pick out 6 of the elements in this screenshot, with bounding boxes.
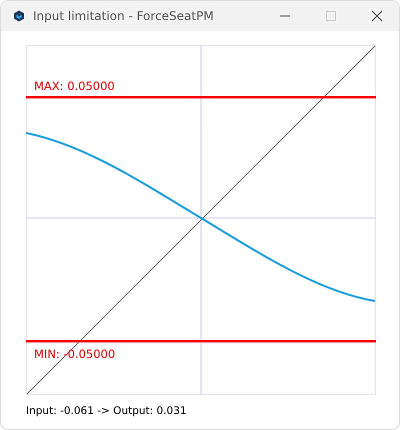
window-title: Input limitation - ForceSeatPM [33, 9, 215, 23]
limit-label: MAX: 0.05000 [34, 79, 115, 93]
maximize-icon [325, 10, 337, 22]
status-text: Input: -0.061 -> Output: 0.031 [26, 405, 188, 417]
app-icon [13, 10, 25, 22]
close-icon[interactable] [371, 10, 383, 22]
